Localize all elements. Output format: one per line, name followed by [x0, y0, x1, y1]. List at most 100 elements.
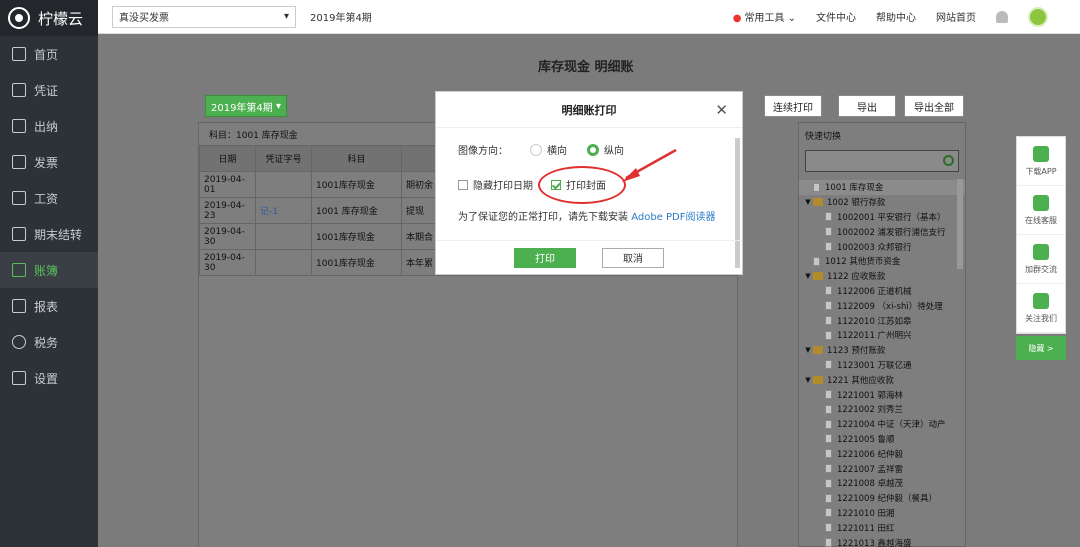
tree-item-label: 1221005 鲁顺: [837, 434, 895, 445]
file-center-link[interactable]: 文件中心: [816, 9, 856, 24]
float-item-0[interactable]: 下载APP: [1017, 137, 1065, 186]
tree-item[interactable]: 1221011 田红: [799, 520, 965, 535]
tree-item[interactable]: ▼ 1221 其他应收款: [799, 372, 965, 387]
close-icon[interactable]: ✕: [715, 101, 728, 119]
cell-date: 2019-04-01: [199, 171, 256, 198]
tree-item[interactable]: 1221010 田湘: [799, 506, 965, 521]
cell-voucher[interactable]: [255, 223, 312, 250]
hide-date-checkbox[interactable]: 隐藏打印日期: [458, 177, 533, 192]
continuous-print-button[interactable]: 连续打印: [764, 95, 822, 117]
avatar[interactable]: [1028, 6, 1048, 27]
tree-item[interactable]: 1122010 江苏如皋: [799, 313, 965, 328]
cancel-button[interactable]: 取消: [602, 247, 664, 268]
sidebar-item-1[interactable]: 凭证: [0, 72, 98, 108]
tree-item[interactable]: 1221004 中证（天津）动产: [799, 417, 965, 432]
file-icon: [825, 464, 832, 474]
file-icon: [825, 330, 832, 340]
quick-search-input[interactable]: [805, 150, 959, 172]
tree-item[interactable]: 1221001 郭海林: [799, 387, 965, 402]
export-all-button[interactable]: 导出全部: [904, 95, 964, 117]
sidebar-item-5[interactable]: 期末结转: [0, 216, 98, 252]
expand-icon[interactable]: ▼: [803, 376, 813, 384]
file-icon: [825, 301, 832, 311]
company-select[interactable]: 真没买发票 ▾: [112, 5, 296, 28]
sidebar-item-8[interactable]: 税务: [0, 324, 98, 360]
cell-voucher[interactable]: [255, 171, 312, 198]
file-icon: [825, 404, 832, 414]
voucher-icon: [12, 83, 26, 97]
folder-icon: [813, 346, 823, 355]
float-item-2[interactable]: 加群交流: [1017, 235, 1065, 284]
float-item-3[interactable]: 关注我们: [1017, 284, 1065, 333]
tree-item[interactable]: 1221007 孟祥雷: [799, 461, 965, 476]
file-icon: [813, 182, 820, 192]
sidebar-nav: 首页凭证出纳发票 工资 期末结转 账簿报表税务 设置: [0, 36, 98, 396]
tree-scrollbar[interactable]: [957, 179, 963, 269]
float-item-1[interactable]: 在线客服: [1017, 186, 1065, 235]
sidebar-item-9[interactable]: 设置: [0, 360, 98, 396]
sidebar-item-0[interactable]: 首页: [0, 36, 98, 72]
search-icon[interactable]: [943, 155, 954, 166]
file-icon: [825, 227, 832, 237]
export-button[interactable]: 导出: [838, 95, 896, 117]
hide-toolbar-button[interactable]: 隐藏 >: [1016, 336, 1066, 360]
top-bar: 真没买发票 ▾ 2019年第4期 ● 常用工具 ⌄ 文件中心 帮助中心 网站首页: [98, 0, 1080, 34]
sidebar-item-label: 首页: [34, 47, 59, 62]
tree-item[interactable]: 1122011 广州明兴: [799, 328, 965, 343]
tree-item-label: 1001 库存现金: [825, 183, 884, 194]
tree-item[interactable]: 1221009 纪仲毅（餐具）: [799, 491, 965, 506]
tree-item[interactable]: ▼ 1002 银行存款: [799, 195, 965, 210]
file-icon: [825, 508, 832, 518]
sidebar-item-label: 出纳: [34, 119, 59, 134]
help-center-link[interactable]: 帮助中心: [876, 9, 916, 24]
col-date: 日期: [199, 145, 256, 172]
landscape-radio[interactable]: 横向: [530, 142, 567, 157]
cell-voucher[interactable]: 记-1: [255, 197, 312, 224]
portrait-radio[interactable]: 纵向: [587, 142, 624, 157]
expand-icon[interactable]: ▼: [803, 198, 813, 206]
tree-item[interactable]: 1221006 纪仲毅: [799, 446, 965, 461]
tree-item-label: 1002002 浦发银行浦信支行: [837, 227, 946, 238]
sidebar-item-7[interactable]: 报表: [0, 288, 98, 324]
tax-icon: [12, 335, 26, 349]
tree-item-label: 1002001 平安银行（基本）: [837, 212, 946, 223]
file-icon: [825, 360, 832, 370]
tree-item[interactable]: ▼ 1122 应收账款: [799, 269, 965, 284]
cell-subject: 1001库存现金: [311, 223, 402, 250]
tree-item[interactable]: 1122006 正道机械: [799, 284, 965, 299]
tree-item[interactable]: 1001 库存现金: [799, 180, 965, 195]
sidebar-item-label: 报表: [34, 299, 59, 314]
website-home-link[interactable]: 网站首页: [936, 9, 976, 24]
file-icon: [813, 256, 820, 266]
tree-item[interactable]: 1123001 万联亿通: [799, 358, 965, 373]
sidebar-item-3[interactable]: 发票: [0, 144, 98, 180]
expand-icon[interactable]: ▼: [803, 346, 813, 354]
tree-item[interactable]: 1012 其他货币资金: [799, 254, 965, 269]
tree-item[interactable]: 1002003 众邦银行: [799, 239, 965, 254]
tree-item[interactable]: 1002001 平安银行（基本）: [799, 210, 965, 225]
sidebar-item-2[interactable]: 出纳: [0, 108, 98, 144]
file-icon: [825, 523, 832, 533]
tree-item[interactable]: 1122009 （xi-shi）待处理: [799, 298, 965, 313]
tree-item[interactable]: ▼ 1123 预付账款: [799, 343, 965, 358]
period-select-button[interactable]: 2019年第4期 ▾: [205, 95, 287, 117]
pdf-reader-link[interactable]: Adobe PDF阅读器: [631, 212, 715, 223]
sidebar-item-6[interactable]: 账簿: [0, 252, 98, 288]
tools-menu[interactable]: ● 常用工具 ⌄: [733, 9, 796, 24]
tree-item[interactable]: 1221002 刘秀兰: [799, 402, 965, 417]
ledger-icon: [12, 263, 26, 277]
tree-item-label: 1122 应收账款: [827, 272, 886, 283]
tree-item[interactable]: 1221008 卓越茂: [799, 476, 965, 491]
salary-icon: [12, 191, 26, 205]
tree-item[interactable]: 1221005 鲁顺: [799, 432, 965, 447]
pdf-note: 为了保证您的正常打印，请先下载安装 Adobe PDF阅读器: [458, 212, 716, 223]
app-logo[interactable]: 柠檬云: [0, 0, 98, 36]
expand-icon[interactable]: ▼: [803, 272, 813, 280]
tree-item[interactable]: 1002002 浦发银行浦信支行: [799, 224, 965, 239]
current-period: 2019年第4期: [310, 13, 372, 24]
tree-item[interactable]: 1221013 鑫越海盛: [799, 535, 965, 547]
bell-icon[interactable]: [996, 10, 1008, 23]
print-button[interactable]: 打印: [514, 247, 576, 268]
cell-voucher[interactable]: [255, 249, 312, 276]
sidebar-item-4[interactable]: 工资: [0, 180, 98, 216]
